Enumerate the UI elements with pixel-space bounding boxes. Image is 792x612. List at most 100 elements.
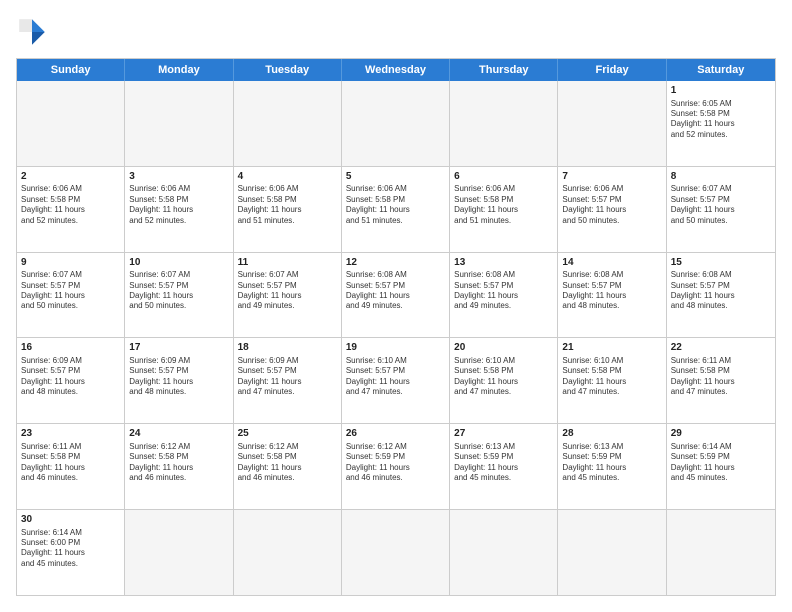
day-cell-19: 19Sunrise: 6:10 AM Sunset: 5:57 PM Dayli… [342,338,450,423]
day-number: 2 [21,170,120,184]
day-info: Sunrise: 6:06 AM Sunset: 5:58 PM Dayligh… [21,184,120,226]
day-number: 11 [238,256,337,270]
day-number: 3 [129,170,228,184]
day-cell-25: 25Sunrise: 6:12 AM Sunset: 5:58 PM Dayli… [234,424,342,509]
day-cell-30: 30Sunrise: 6:14 AM Sunset: 6:00 PM Dayli… [17,510,125,595]
day-cell-27: 27Sunrise: 6:13 AM Sunset: 5:59 PM Dayli… [450,424,558,509]
header [16,16,776,48]
day-info: Sunrise: 6:11 AM Sunset: 5:58 PM Dayligh… [671,356,771,398]
calendar-row-3: 16Sunrise: 6:09 AM Sunset: 5:57 PM Dayli… [17,337,775,423]
calendar-body: 1Sunrise: 6:05 AM Sunset: 5:58 PM Daylig… [17,81,775,595]
day-number: 13 [454,256,553,270]
day-cell-empty-0-0 [17,81,125,166]
day-number: 30 [21,513,120,527]
day-info: Sunrise: 6:06 AM Sunset: 5:58 PM Dayligh… [454,184,553,226]
day-cell-16: 16Sunrise: 6:09 AM Sunset: 5:57 PM Dayli… [17,338,125,423]
day-number: 12 [346,256,445,270]
day-number: 21 [562,341,661,355]
day-cell-5: 5Sunrise: 6:06 AM Sunset: 5:58 PM Daylig… [342,167,450,252]
day-info: Sunrise: 6:07 AM Sunset: 5:57 PM Dayligh… [21,270,120,312]
day-number: 1 [671,84,771,98]
day-info: Sunrise: 6:08 AM Sunset: 5:57 PM Dayligh… [346,270,445,312]
day-cell-15: 15Sunrise: 6:08 AM Sunset: 5:57 PM Dayli… [667,253,775,338]
day-cell-empty-0-1 [125,81,233,166]
day-number: 16 [21,341,120,355]
day-number: 27 [454,427,553,441]
calendar-row-5: 30Sunrise: 6:14 AM Sunset: 6:00 PM Dayli… [17,509,775,595]
day-cell-10: 10Sunrise: 6:07 AM Sunset: 5:57 PM Dayli… [125,253,233,338]
day-cell-17: 17Sunrise: 6:09 AM Sunset: 5:57 PM Dayli… [125,338,233,423]
weekday-header-tuesday: Tuesday [234,59,342,81]
weekday-header-friday: Friday [558,59,666,81]
day-info: Sunrise: 6:12 AM Sunset: 5:59 PM Dayligh… [346,442,445,484]
day-number: 7 [562,170,661,184]
day-cell-empty-5-6 [667,510,775,595]
day-cell-22: 22Sunrise: 6:11 AM Sunset: 5:58 PM Dayli… [667,338,775,423]
day-cell-14: 14Sunrise: 6:08 AM Sunset: 5:57 PM Dayli… [558,253,666,338]
calendar-row-4: 23Sunrise: 6:11 AM Sunset: 5:58 PM Dayli… [17,423,775,509]
day-info: Sunrise: 6:10 AM Sunset: 5:57 PM Dayligh… [346,356,445,398]
weekday-header-wednesday: Wednesday [342,59,450,81]
day-number: 8 [671,170,771,184]
day-cell-7: 7Sunrise: 6:06 AM Sunset: 5:57 PM Daylig… [558,167,666,252]
day-cell-1: 1Sunrise: 6:05 AM Sunset: 5:58 PM Daylig… [667,81,775,166]
day-cell-28: 28Sunrise: 6:13 AM Sunset: 5:59 PM Dayli… [558,424,666,509]
day-cell-empty-0-4 [450,81,558,166]
day-info: Sunrise: 6:14 AM Sunset: 5:59 PM Dayligh… [671,442,771,484]
day-number: 20 [454,341,553,355]
day-info: Sunrise: 6:09 AM Sunset: 5:57 PM Dayligh… [129,356,228,398]
day-info: Sunrise: 6:12 AM Sunset: 5:58 PM Dayligh… [129,442,228,484]
day-info: Sunrise: 6:09 AM Sunset: 5:57 PM Dayligh… [238,356,337,398]
day-info: Sunrise: 6:06 AM Sunset: 5:58 PM Dayligh… [346,184,445,226]
day-cell-8: 8Sunrise: 6:07 AM Sunset: 5:57 PM Daylig… [667,167,775,252]
day-info: Sunrise: 6:09 AM Sunset: 5:57 PM Dayligh… [21,356,120,398]
calendar: SundayMondayTuesdayWednesdayThursdayFrid… [16,58,776,596]
day-number: 5 [346,170,445,184]
day-number: 29 [671,427,771,441]
day-info: Sunrise: 6:13 AM Sunset: 5:59 PM Dayligh… [562,442,661,484]
day-cell-21: 21Sunrise: 6:10 AM Sunset: 5:58 PM Dayli… [558,338,666,423]
day-cell-empty-0-5 [558,81,666,166]
day-cell-29: 29Sunrise: 6:14 AM Sunset: 5:59 PM Dayli… [667,424,775,509]
day-cell-26: 26Sunrise: 6:12 AM Sunset: 5:59 PM Dayli… [342,424,450,509]
day-info: Sunrise: 6:06 AM Sunset: 5:58 PM Dayligh… [238,184,337,226]
day-info: Sunrise: 6:07 AM Sunset: 5:57 PM Dayligh… [238,270,337,312]
day-info: Sunrise: 6:10 AM Sunset: 5:58 PM Dayligh… [454,356,553,398]
day-number: 18 [238,341,337,355]
day-number: 14 [562,256,661,270]
day-number: 28 [562,427,661,441]
day-cell-2: 2Sunrise: 6:06 AM Sunset: 5:58 PM Daylig… [17,167,125,252]
calendar-row-1: 2Sunrise: 6:06 AM Sunset: 5:58 PM Daylig… [17,166,775,252]
day-number: 26 [346,427,445,441]
weekday-header-saturday: Saturday [667,59,775,81]
day-cell-24: 24Sunrise: 6:12 AM Sunset: 5:58 PM Dayli… [125,424,233,509]
day-cell-empty-5-2 [234,510,342,595]
day-number: 24 [129,427,228,441]
day-cell-18: 18Sunrise: 6:09 AM Sunset: 5:57 PM Dayli… [234,338,342,423]
day-info: Sunrise: 6:07 AM Sunset: 5:57 PM Dayligh… [671,184,771,226]
calendar-row-2: 9Sunrise: 6:07 AM Sunset: 5:57 PM Daylig… [17,252,775,338]
day-cell-3: 3Sunrise: 6:06 AM Sunset: 5:58 PM Daylig… [125,167,233,252]
weekday-header-monday: Monday [125,59,233,81]
day-info: Sunrise: 6:13 AM Sunset: 5:59 PM Dayligh… [454,442,553,484]
day-number: 6 [454,170,553,184]
day-number: 4 [238,170,337,184]
page: SundayMondayTuesdayWednesdayThursdayFrid… [0,0,792,612]
logo [16,16,52,48]
day-info: Sunrise: 6:05 AM Sunset: 5:58 PM Dayligh… [671,99,771,141]
day-cell-empty-0-2 [234,81,342,166]
day-number: 17 [129,341,228,355]
day-info: Sunrise: 6:12 AM Sunset: 5:58 PM Dayligh… [238,442,337,484]
day-cell-empty-5-5 [558,510,666,595]
day-number: 23 [21,427,120,441]
day-cell-11: 11Sunrise: 6:07 AM Sunset: 5:57 PM Dayli… [234,253,342,338]
day-cell-empty-5-1 [125,510,233,595]
day-cell-empty-5-3 [342,510,450,595]
day-cell-empty-5-4 [450,510,558,595]
weekday-header-sunday: Sunday [17,59,125,81]
day-cell-9: 9Sunrise: 6:07 AM Sunset: 5:57 PM Daylig… [17,253,125,338]
day-number: 22 [671,341,771,355]
day-number: 9 [21,256,120,270]
day-info: Sunrise: 6:10 AM Sunset: 5:58 PM Dayligh… [562,356,661,398]
day-number: 19 [346,341,445,355]
